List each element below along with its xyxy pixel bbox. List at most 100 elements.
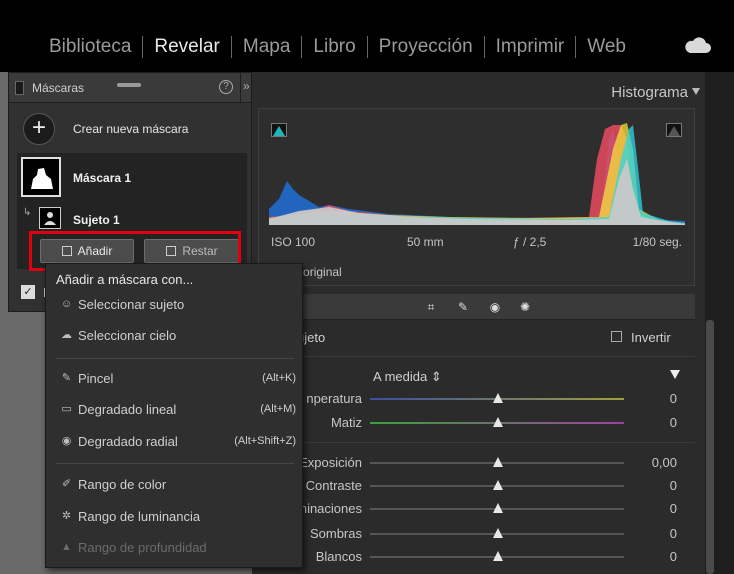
create-mask-row[interactable]: + Crear nueva máscara [23,113,188,145]
module-biblioteca[interactable]: Biblioteca [38,35,142,59]
slider-value[interactable]: 0,00 [652,455,677,470]
section-collapse-icon[interactable] [670,370,680,379]
slider-label: minaciones [296,501,362,516]
menu-item-label: Pincel [78,371,114,386]
slider-tint[interactable]: Matiz 0 [258,414,695,432]
tool-strip: ⌗ ✎ ◉ ✺ [258,294,695,320]
menu-item-select-sky[interactable]: ☁ Seleccionar cielo [46,324,302,348]
divider [258,442,695,443]
effect-preset-select[interactable]: A medida ⇕ [373,369,442,385]
slider-value[interactable]: 0 [670,391,677,406]
slider-exposure[interactable]: Exposición 0,00 [258,454,695,472]
healing-icon[interactable]: ✎ [456,300,470,314]
module-mapa[interactable]: Mapa [232,35,302,59]
slider-thumb[interactable] [493,528,503,538]
histogram: ISO 100 50 mm ƒ / 2,5 1/80 seg. tografía… [258,108,695,286]
slider-highlights[interactable]: minaciones 0 [258,500,695,518]
slider-whites[interactable]: Blancos 0 [258,548,695,566]
exif-aperture: ƒ / 2,5 [513,235,547,249]
module-revelar[interactable]: Revelar [143,35,230,59]
slider-shadows[interactable]: Sombras 0 [258,525,695,543]
slider-value[interactable]: 0 [670,526,677,541]
slider-label: Exposición [299,455,362,470]
module-proyeccion[interactable]: Proyección [368,35,484,59]
menu-item-linear-gradient[interactable]: ▭ Degradado lineal (Alt+M) [46,398,302,422]
module-list: Biblioteca Revelar Mapa Libro Proyección… [38,35,637,59]
invert-label: Invertir [631,330,671,345]
subject-component-name[interactable]: Sujeto 1 [73,213,120,227]
red-eye-icon[interactable]: ◉ [488,300,502,314]
menu-item-luminance-range[interactable]: ✲ Rango de luminancia [46,505,302,529]
linear-gradient-icon: ▭ [61,403,72,415]
menu-item-brush[interactable]: ✎ Pincel (Alt+K) [46,367,302,391]
slider-thumb[interactable] [493,551,503,561]
divider [258,356,695,357]
mask-name[interactable]: Máscara 1 [73,171,131,185]
depth-range-icon: ▲ [61,541,72,553]
cloud-icon[interactable] [684,36,712,54]
mask-thumbnail[interactable] [21,157,61,197]
menu-separator [56,463,294,464]
menu-item-shortcut: (Alt+K) [262,372,296,384]
menu-item-label: Rango de luminancia [78,509,201,524]
module-imprimir[interactable]: Imprimir [485,35,576,59]
menu-item-label: Degradado lineal [78,402,177,417]
slider-label: Sombras [309,526,362,541]
slider-label: nperatura [306,391,362,406]
slider-thumb[interactable] [493,480,503,490]
masking-icon[interactable]: ✺ [518,300,532,314]
slider-value[interactable]: 0 [670,478,677,493]
slider-value[interactable]: 0 [670,549,677,564]
exif-focal-length: 50 mm [407,235,444,249]
menu-item-select-subject[interactable]: ☺ Seleccionar sujeto [46,293,302,317]
menu-item-label: Rango de color [78,477,167,492]
menu-item-shortcut: (Alt+M) [260,403,296,415]
luminance-range-icon: ✲ [61,510,72,522]
masks-panel-header[interactable]: Máscaras ? » [9,73,251,103]
menu-item-color-range[interactable]: ✐ Rango de color [46,473,302,497]
person-icon[interactable] [39,207,61,229]
slider-thumb[interactable] [493,393,503,403]
menu-item-label: Seleccionar sujeto [78,297,185,312]
help-icon[interactable]: ? [219,80,233,94]
module-libro[interactable]: Libro [302,35,366,59]
child-arrow-icon: ↳ [23,207,32,218]
menu-item-radial-gradient[interactable]: ◉ Degradado radial (Alt+Shift+Z) [46,430,302,454]
create-mask-label[interactable]: Crear nueva máscara [73,122,188,136]
invert-checkbox[interactable] [611,331,622,342]
masks-panel-title: Máscaras [32,80,85,95]
radial-gradient-icon: ◉ [61,435,72,447]
show-overlay-checkbox[interactable]: ✓ [21,285,35,299]
person-icon: ☺ [60,298,73,310]
slider-thumb[interactable] [493,503,503,513]
menu-item-label: Rango de profundidad [78,540,207,555]
histogram-title[interactable]: Histograma [611,84,688,101]
panel-dock-icon[interactable] [15,80,24,95]
module-picker: Biblioteca Revelar Mapa Libro Proyección… [0,0,734,72]
create-mask-button[interactable]: + [23,113,55,145]
histogram-menu-caret-icon[interactable] [692,88,700,95]
menu-item-depth-range: ▲ Rango de profundidad [46,536,302,560]
slider-thumb[interactable] [493,457,503,467]
menu-item-shortcut: (Alt+Shift+Z) [234,435,296,447]
collapse-icon[interactable]: » [243,79,250,93]
menu-item-label: Seleccionar cielo [78,328,177,343]
slider-value[interactable]: 0 [670,501,677,516]
panel-scrollbar[interactable] [706,320,714,574]
slider-contrast[interactable]: Contraste 0 [258,477,695,495]
drag-handle-icon[interactable] [117,83,141,87]
crop-icon[interactable]: ⌗ [424,300,438,314]
slider-label: Matiz [330,415,362,430]
header-separator [240,73,241,103]
slider-value[interactable]: 0 [670,415,677,430]
exif-shutter-speed: 1/80 seg. [632,235,682,249]
menu-heading: Añadir a máscara con... [56,272,194,287]
module-web[interactable]: Web [576,35,637,59]
color-range-icon: ✐ [61,478,72,490]
slider-label: Contraste [305,478,362,493]
menu-item-label: Degradado radial [78,434,178,449]
slider-thumb[interactable] [493,417,503,427]
slider-temperature[interactable]: nperatura 0 [258,390,695,408]
brush-icon: ✎ [61,372,72,384]
add-to-mask-menu: Añadir a máscara con... ☺ Seleccionar su… [45,263,303,568]
